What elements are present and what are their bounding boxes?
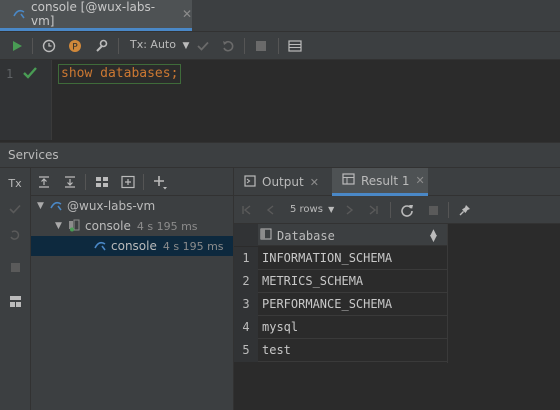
console-icon [12, 6, 26, 23]
query-editor[interactable]: 1 show databases; [0, 60, 560, 140]
row-number: 5 [234, 339, 258, 362]
chevron-down-icon: ▼ [182, 41, 190, 51]
tab-close-icon[interactable]: ✕ [310, 176, 319, 189]
page-size-label: 5 rows [290, 204, 323, 215]
tab-output[interactable]: Output ✕ [244, 168, 330, 196]
row-number: 2 [234, 270, 258, 293]
tab-label: Output [262, 175, 304, 189]
tree-node-session[interactable]: ▼ console 4 s 195 ms [31, 216, 233, 236]
tab-label: console [@wux-labs-vm] [31, 0, 156, 28]
transaction-icon[interactable]: Tx [6, 174, 24, 192]
services-tree: ▼ @wux-labs-vm ▼ console 4 s 195 ms cons… [31, 196, 233, 410]
toolbar-separator [118, 38, 119, 54]
toolbar-separator [143, 174, 144, 190]
toolbar-separator [85, 174, 86, 190]
editor-gutter: 1 [0, 60, 52, 140]
table-icon [342, 173, 355, 188]
pin-tab-icon[interactable] [456, 201, 474, 219]
output-icon [244, 174, 256, 190]
console-icon [93, 238, 107, 255]
history-icon[interactable] [40, 37, 58, 55]
group-by-icon[interactable] [93, 173, 111, 191]
editor-toolbar: P Tx: Auto ▼ [0, 32, 560, 60]
results-tab-bar: Output ✕ Result 1 ✕ [234, 168, 560, 196]
cancel-query-icon[interactable] [424, 201, 442, 219]
svg-text:P: P [72, 43, 78, 53]
toolbar-separator [32, 38, 33, 54]
chevron-down-icon: ▼ [328, 205, 335, 214]
chevron-down-icon[interactable]: ▼ [37, 201, 47, 211]
expand-all-icon[interactable] [35, 173, 53, 191]
explain-plan-icon[interactable]: P [66, 37, 84, 55]
next-page-icon[interactable] [340, 201, 358, 219]
services-panel-header: Services [0, 142, 560, 168]
datasource-icon [49, 198, 63, 215]
rollback-icon[interactable] [6, 226, 24, 244]
chevron-down-icon[interactable]: ▼ [55, 221, 65, 231]
table-view-icon[interactable] [286, 37, 304, 55]
tab-close-icon[interactable]: ✕ [416, 174, 425, 187]
page-size-dropdown[interactable]: 5 rows ▼ [290, 204, 334, 215]
settings-wrench-icon[interactable] [92, 37, 110, 55]
row-number: 3 [234, 293, 258, 316]
tree-node-label: console [111, 239, 157, 253]
layout-icon[interactable] [6, 292, 24, 310]
transaction-mode-label: Tx: Auto [130, 38, 176, 51]
last-page-icon[interactable] [364, 201, 382, 219]
tree-node-label: @wux-labs-vm [67, 199, 156, 213]
toolbar-separator [244, 38, 245, 54]
tab-label: Result 1 [361, 173, 410, 188]
commit-check-icon[interactable] [194, 37, 212, 55]
grid-border [258, 224, 448, 363]
execution-time: 4 s 195 ms [162, 239, 224, 253]
session-icon [67, 218, 81, 235]
stop-icon[interactable] [6, 258, 24, 276]
new-tab-icon[interactable] [119, 173, 137, 191]
row-number-header [234, 224, 258, 246]
services-title: Services [8, 148, 59, 162]
editor-tab-bar: console [@wux-labs-vm] ✕ [0, 0, 560, 32]
sql-keyword: show databases [61, 66, 171, 81]
tree-node-label: console [85, 219, 131, 233]
row-number: 4 [234, 316, 258, 339]
toolbar-separator [278, 38, 279, 54]
previous-page-icon[interactable] [262, 201, 280, 219]
row-number: 1 [234, 247, 258, 270]
add-service-icon[interactable] [151, 173, 169, 191]
stop-icon[interactable] [252, 37, 270, 55]
execute-icon[interactable] [8, 37, 26, 55]
collapse-all-icon[interactable] [61, 173, 79, 191]
success-check-icon [22, 65, 38, 84]
refresh-icon[interactable] [398, 201, 416, 219]
rollback-icon[interactable] [219, 37, 237, 55]
tab-result[interactable]: Result 1 ✕ [332, 168, 428, 196]
line-number: 1 [6, 67, 14, 81]
tab-console[interactable]: console [@wux-labs-vm] ✕ [0, 0, 192, 31]
sql-statement[interactable]: show databases; [58, 64, 182, 84]
toolbar-separator [390, 202, 391, 218]
tree-node-datasource[interactable]: ▼ @wux-labs-vm [31, 196, 233, 216]
toolbar-separator [448, 202, 449, 218]
tree-node-console[interactable]: console 4 s 195 ms [31, 236, 233, 256]
first-page-icon[interactable] [238, 201, 256, 219]
transaction-mode-dropdown[interactable]: Tx: Auto ▼ [130, 38, 189, 51]
tab-close-icon[interactable]: ✕ [182, 7, 192, 21]
execution-time: 4 s 195 ms [136, 219, 198, 233]
commit-check-icon[interactable] [6, 200, 24, 218]
results-toolbar: 5 rows ▼ [234, 196, 560, 224]
sql-semicolon: ; [170, 66, 179, 81]
results-panel: Output ✕ Result 1 ✕ 5 rows ▼ Database ▲ … [233, 168, 560, 410]
services-side-toolbar: Tx [0, 168, 31, 410]
transaction-icon-label: Tx [8, 176, 22, 190]
services-tree-toolbar [31, 168, 233, 196]
